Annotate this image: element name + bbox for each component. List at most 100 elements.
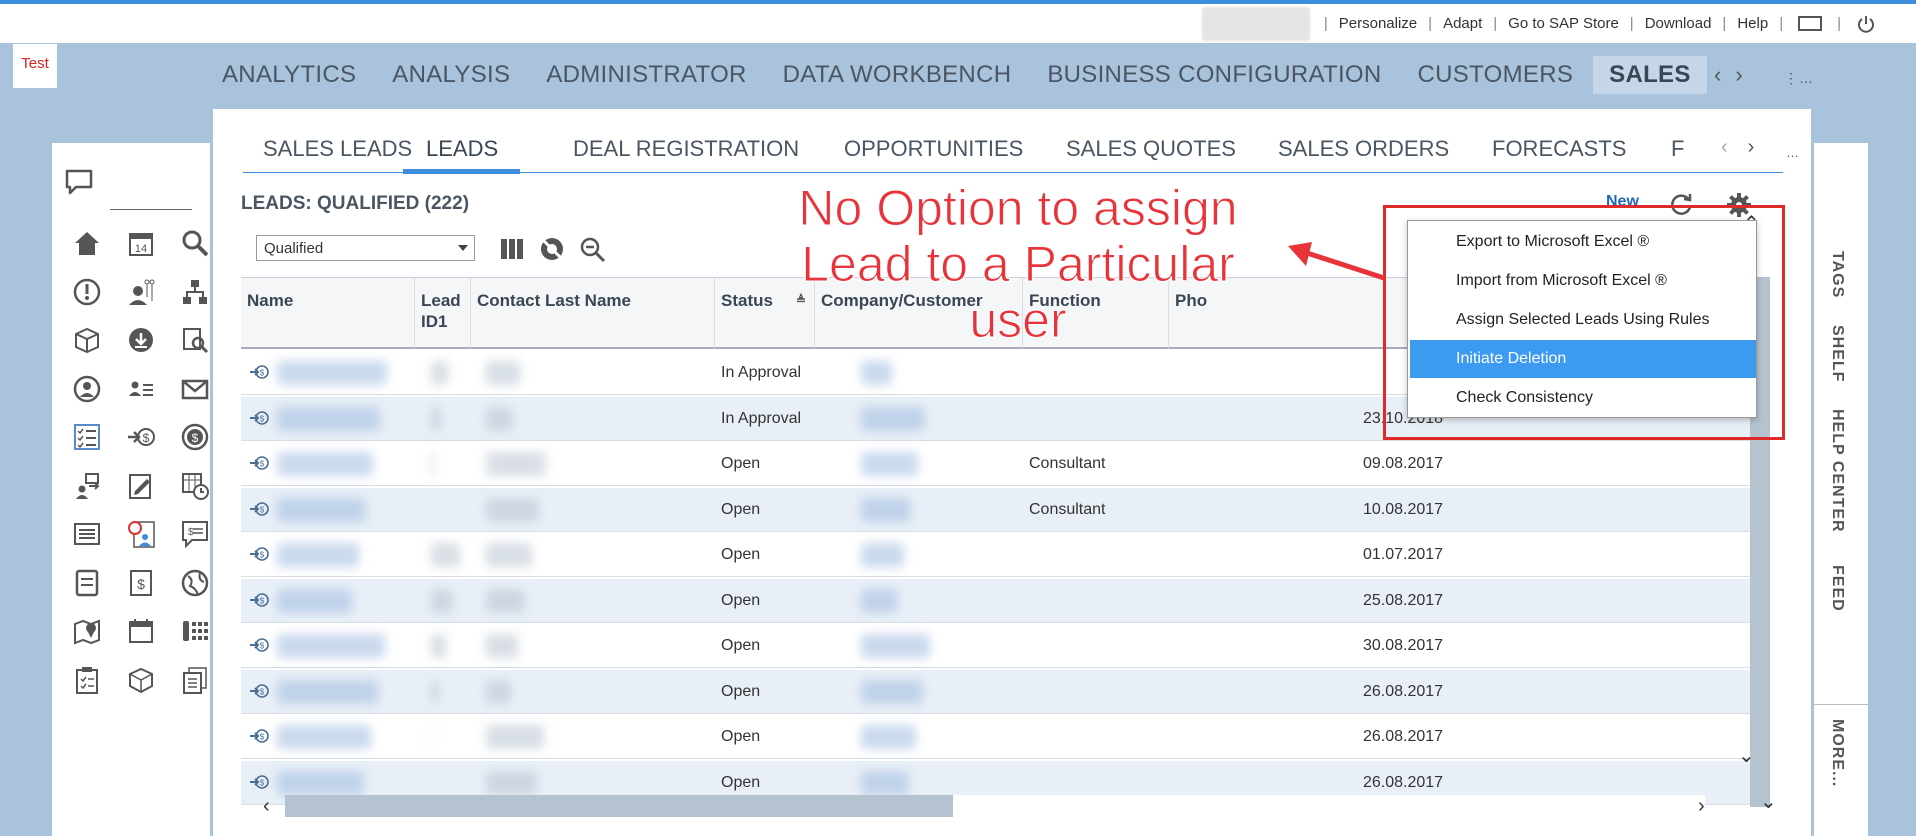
cell-status: Open [721,728,761,745]
box-icon[interactable] [60,316,114,365]
cell-date: 01.07.2017 [1363,546,1444,563]
obscured-cell [861,543,904,567]
tab-truncated[interactable]: F [1671,136,1684,162]
convert-lead-icon[interactable]: $ [249,773,269,791]
contact-list-icon[interactable] [114,365,168,414]
sap-store-link[interactable]: Go to SAP Store [1508,15,1619,32]
convert-lead-icon[interactable]: $ [249,636,269,654]
download-link[interactable]: Download [1645,15,1712,32]
adapt-link[interactable]: Adapt [1443,15,1482,32]
test-badge: Test [13,44,57,88]
page-down-icon[interactable]: ⌄ [1760,789,1777,814]
scroll-right-icon[interactable]: › [1698,795,1705,818]
obscured-cell [486,588,525,613]
svg-text:$: $ [260,460,265,469]
tab-forecasts[interactable]: FORECASTS [1492,136,1626,162]
convert-lead-icon[interactable]: $ [249,409,269,427]
nav-sales[interactable]: SALES [1593,56,1707,94]
list-icon[interactable] [60,510,114,559]
convert-lead-icon[interactable]: $ [249,545,269,563]
nav-analytics[interactable]: ANALYTICS [222,61,356,89]
columns-icon[interactable] [498,235,526,263]
download-circle-icon[interactable] [114,316,168,365]
nav-overflow-icon[interactable]: ⋮… [1784,70,1814,87]
scroll-left-icon[interactable]: ‹ [263,795,270,818]
convert-lead-icon[interactable]: $ [249,591,269,609]
more-tab[interactable]: MORE... [1828,719,1846,787]
chat-icon[interactable] [64,168,94,196]
power-icon[interactable] [1856,14,1876,34]
help-link[interactable]: Help [1737,15,1768,32]
horizontal-scroll-thumb[interactable] [285,795,953,817]
horizontal-scrollbar[interactable] [285,795,1705,817]
table-row[interactable]: $ Open Consultant 09.08.2017 [241,442,1763,486]
convert-lead-icon[interactable]: $ [249,682,269,700]
notebook-icon[interactable] [60,559,114,608]
convert-lead-icon[interactable]: $ [249,727,269,745]
obscured-cell [861,497,911,522]
checklist-icon[interactable] [60,413,114,462]
subnav-prev-icon[interactable]: ‹ [1721,136,1728,159]
nav-data-workbench[interactable]: DATA WORKBENCH [783,61,1012,89]
table-row[interactable]: $ Open 30.08.2017 [241,624,1763,668]
tab-sales-orders[interactable]: SALES ORDERS [1278,136,1449,162]
home-icon[interactable] [60,219,114,268]
nav-business-configuration[interactable]: BUSINESS CONFIGURATION [1047,61,1381,89]
scroll-down-icon[interactable]: ⌄ [1738,743,1755,768]
feed-tab[interactable]: FEED [1828,565,1846,612]
subnav-overflow-icon[interactable]: … [1786,145,1799,160]
list-toolbar [498,235,606,263]
calendar-plain-icon[interactable] [114,607,168,656]
obscured-cell [431,634,446,658]
convert-lead-icon[interactable]: $ [249,500,269,518]
nav-customers[interactable]: CUSTOMERS [1418,61,1574,89]
tab-opportunities[interactable]: OPPORTUNITIES [844,136,1023,162]
convert-lead-icon[interactable]: $ [249,454,269,472]
col-contact-last-name[interactable]: Contact Last Name [471,278,715,348]
zoom-out-icon[interactable] [578,235,606,263]
help-center-tab[interactable]: HELP CENTER [1828,409,1846,533]
calendar-icon[interactable]: 14 [114,219,168,268]
view-select[interactable]: Qualified [256,235,475,261]
table-row[interactable]: $ Open 26.08.2017 [241,715,1763,759]
convert-lead-icon[interactable]: $ [249,363,269,381]
alert-icon[interactable] [60,268,114,317]
view-select-value: Qualified [264,240,324,257]
annotation-highlight-box [1383,205,1785,440]
table-row[interactable]: $ Open 25.08.2017 [241,578,1763,623]
col-lead-id[interactable]: Lead ID1 [415,278,471,348]
account-icon[interactable] [60,365,114,414]
user-transfer-icon[interactable] [60,462,114,511]
nav-prev-icon[interactable]: ‹ [1714,62,1721,88]
personalize-link[interactable]: Personalize [1339,15,1417,32]
convert-dollar-icon[interactable]: $ [114,413,168,462]
cell-status: In Approval [721,409,802,427]
doc-edit-icon[interactable] [114,462,168,511]
tags-tab[interactable]: TAGS [1828,251,1846,298]
subnav-next-icon[interactable]: › [1748,136,1755,159]
table-row[interactable]: $ Open Consultant 10.08.2017 [241,487,1763,532]
tab-deal-registration[interactable]: DEAL REGISTRATION [573,136,799,162]
cell-status: Open [721,500,761,518]
filter-clear-icon[interactable] [538,235,566,263]
tab-sales-quotes[interactable]: SALES QUOTES [1066,136,1236,162]
table-row[interactable]: $ Open 01.07.2017 [241,533,1763,577]
cube-icon[interactable] [114,656,168,705]
fullscreen-icon[interactable] [1798,16,1823,31]
cell-date: 26.08.2017 [1363,728,1444,745]
user-name-blurred[interactable] [1202,7,1310,41]
org-user-icon[interactable] [114,268,168,317]
map-pin-icon[interactable] [60,607,114,656]
tab-leads[interactable]: LEADS [426,136,498,162]
shelf-tab[interactable]: SHELF [1828,325,1846,382]
table-row[interactable]: $ Open 26.08.2017 [241,669,1763,714]
clipboard-icon[interactable] [60,656,114,705]
tab-sales-leads[interactable]: SALES LEADS [263,136,412,162]
col-name[interactable]: Name [241,278,415,348]
nav-administrator[interactable]: ADMINISTRATOR [546,61,746,89]
price-doc-icon[interactable]: $ [114,559,168,608]
annotation-line-3: user [969,292,1067,349]
nav-analysis[interactable]: ANALYSIS [392,61,510,89]
time-user-doc-icon[interactable] [114,510,168,559]
nav-next-icon[interactable]: › [1735,62,1742,88]
